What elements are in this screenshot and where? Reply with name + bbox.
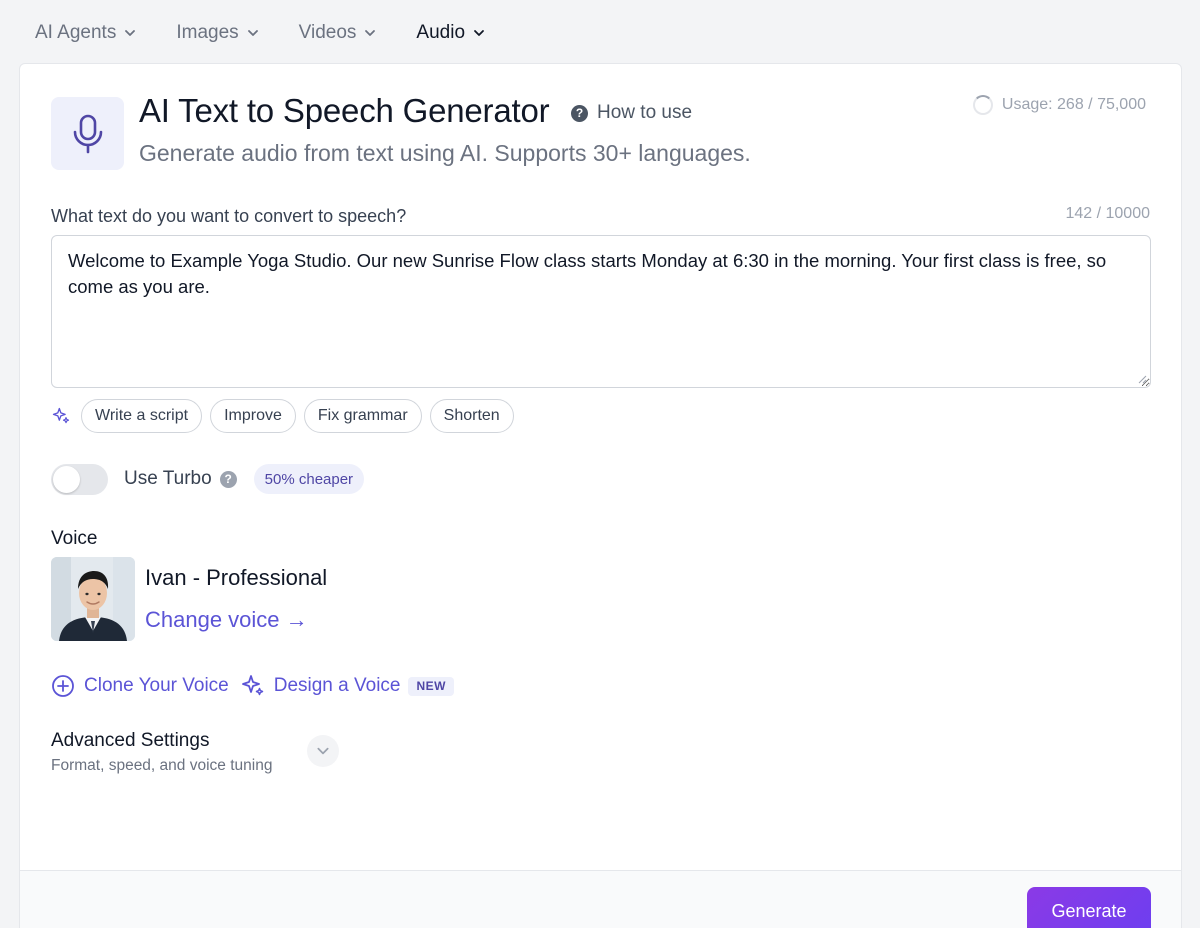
ai-actions-row: Write a script Improve Fix grammar Short… [51,399,514,433]
turbo-label: Use Turbo [124,468,212,489]
question-icon[interactable]: ? [219,470,237,488]
usage-indicator: Usage: 268 / 75,000 [972,95,1146,115]
nav-item-audio[interactable]: Audio [416,22,485,44]
voice-section-label: Voice [51,528,98,549]
page-title: AI Text to Speech Generator [139,92,550,129]
nav-item-videos[interactable]: Videos [299,22,377,44]
question-icon: ? [571,104,588,122]
turbo-toggle[interactable] [51,463,108,495]
chevron-down-icon [125,30,136,36]
advanced-settings-title: Advanced Settings [51,730,210,751]
usage-ring-icon [972,95,993,115]
hero-icon-tile [51,97,124,170]
change-voice-link[interactable]: Change voice → [145,607,308,633]
design-voice-button[interactable]: Design a Voice [241,674,401,698]
sparkle-icon [52,407,70,424]
card-footer [20,870,1181,928]
plus-circle-icon [52,675,74,697]
top-nav: AI Agents Images Videos Audio [35,18,525,48]
text-input-label: What text do you want to convert to spee… [51,206,407,226]
fix-grammar-button[interactable]: Fix grammar [303,399,422,433]
nav-item-ai-agents[interactable]: AI Agents [35,22,136,44]
chevron-down-icon [247,30,258,36]
nav-item-images[interactable]: Images [176,22,258,44]
chevron-down-icon [474,30,484,36]
advanced-settings-subtitle: Format, speed, and voice tuning [51,757,273,774]
voice-avatar [51,557,135,641]
nav-item-label: Videos [298,22,357,43]
chevron-down-icon [317,747,329,755]
how-to-use-label: How to use [597,102,693,123]
improve-button[interactable]: Improve [210,399,296,433]
chevron-down-icon [365,30,376,36]
microphone-icon [73,114,102,153]
generate-button[interactable]: Generate [1027,887,1151,928]
tts-card: AI Text to Speech Generator ? How to use… [19,63,1182,928]
design-voice-label: Design a Voice [273,675,401,696]
nav-item-label: Images [176,22,239,43]
speech-text-input[interactable]: Welcome to Example Yoga Studio. Our new … [51,235,1151,388]
nav-item-label: AI Agents [35,22,117,43]
selected-voice-name: Ivan - Professional [145,565,328,590]
nav-item-label: Audio [416,22,466,43]
how-to-use-link[interactable]: ? How to use [571,102,692,124]
page-subtitle: Generate audio from text using AI. Suppo… [139,140,751,166]
char-count: 142 / 10000 [1065,205,1150,222]
advanced-settings-expand-button[interactable] [307,735,339,767]
new-badge: NEW [408,676,454,696]
clone-voice-button[interactable]: Clone Your Voice [51,674,229,698]
clone-voice-label: Clone Your Voice [84,675,229,696]
turbo-discount-badge: 50% cheaper [253,464,365,494]
voice-actions-row: Clone Your Voice Design a Voice NEW [51,673,454,699]
write-script-button[interactable]: Write a script [81,399,203,433]
resize-handle-icon[interactable] [1137,374,1147,384]
shorten-button[interactable]: Shorten [429,399,514,433]
sparkle-icon [241,675,263,696]
usage-text: Usage: 268 / 75,000 [1001,96,1146,113]
turbo-row: Use Turbo ? 50% cheaper [51,463,365,495]
voice-avatar-portrait [51,557,135,641]
